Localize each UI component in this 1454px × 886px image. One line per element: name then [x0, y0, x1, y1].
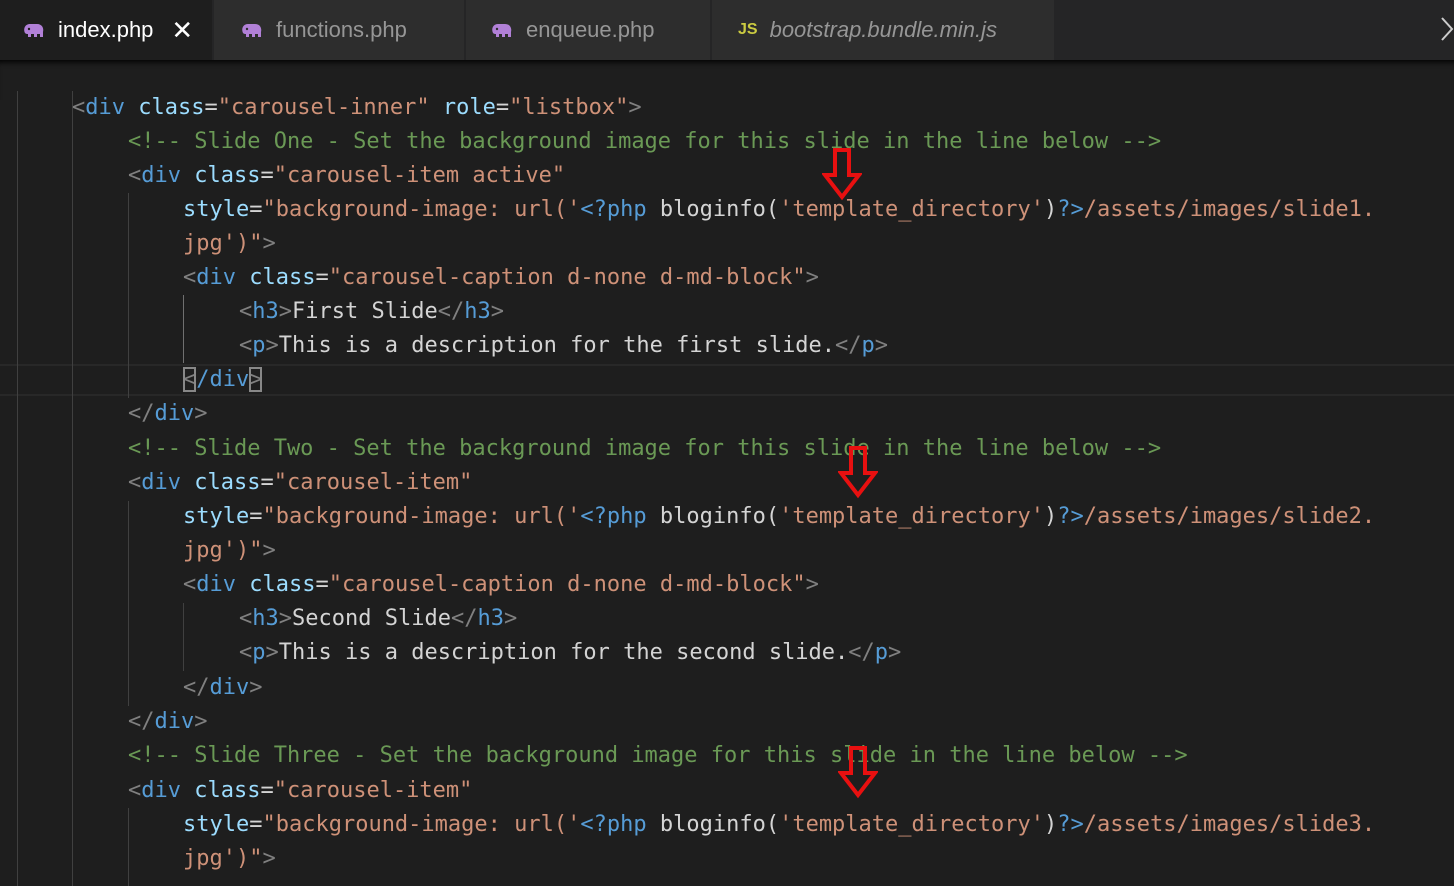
- matching-bracket: >: [249, 367, 263, 392]
- php-elephant-icon: [240, 21, 264, 39]
- indent-guide: [128, 808, 129, 886]
- code-line: <p>This is a description for the first s…: [239, 333, 889, 358]
- red-down-arrow-icon: [822, 148, 862, 201]
- tab-label: enqueue.php: [526, 17, 655, 42]
- code-line: <div class="carousel-item active": [128, 163, 566, 188]
- tab-label: bootstrap.bundle.min.js: [769, 17, 998, 42]
- code-line-comment: <!-- Slide Two - Set the background imag…: [128, 436, 1162, 461]
- indent-guide: [17, 91, 18, 886]
- code-line-comment: <!-- Slide Three - Set the background im…: [128, 743, 1188, 768]
- code-editor[interactable]: <div class="carousel-inner" role="listbo…: [0, 91, 1454, 886]
- code-line: style="background-image: url('<?php blog…: [183, 197, 1376, 222]
- indent-guide: [128, 501, 129, 706]
- tab-overflow-chevron-icon[interactable]: [1440, 16, 1454, 42]
- code-line: </div>: [128, 401, 208, 426]
- indent-guide: [128, 193, 129, 398]
- red-down-arrow-icon: [838, 446, 878, 499]
- tab-label: functions.php: [276, 17, 407, 42]
- js-icon: JS: [738, 21, 758, 38]
- code-line: jpg')">: [183, 231, 276, 256]
- tab-bar: index.php ✕ functions.php enqueue.php JS…: [0, 0, 1454, 60]
- code-line: <div class="carousel-inner" role="listbo…: [72, 95, 642, 120]
- code-line: </div>: [183, 675, 263, 700]
- tab-label: index.php: [58, 17, 154, 42]
- code-line: <h3>Second Slide</h3>: [239, 606, 518, 631]
- red-down-arrow-icon: [838, 746, 878, 799]
- code-line: <p>This is a description for the second …: [239, 640, 902, 665]
- code-line: <div class="carousel-item": [128, 778, 473, 803]
- indent-guide: [183, 603, 184, 671]
- matching-bracket: <: [183, 367, 197, 392]
- close-icon[interactable]: ✕: [171, 17, 193, 43]
- code-line: <div class="carousel-item": [128, 470, 473, 495]
- code-line: jpg')">: [183, 538, 276, 563]
- code-line: style="background-image: url('<?php blog…: [183, 812, 1376, 837]
- tab-bootstrap-bundle-min-js[interactable]: JS bootstrap.bundle.min.js: [712, 0, 1054, 60]
- tab-enqueue-php[interactable]: enqueue.php: [466, 0, 710, 60]
- code-line-current: </div>: [183, 367, 263, 392]
- php-elephant-icon: [22, 21, 46, 39]
- code-line: <div class="carousel-caption d-none d-md…: [183, 572, 819, 597]
- tab-functions-php[interactable]: functions.php: [214, 0, 464, 60]
- code-line: <div class="carousel-caption d-none d-md…: [183, 265, 819, 290]
- code-line-comment: <!-- Slide One - Set the background imag…: [128, 129, 1162, 154]
- code-line: jpg')">: [183, 846, 276, 871]
- code-line: <h3>First Slide</h3>: [239, 299, 504, 324]
- code-line: style="background-image: url('<?php blog…: [183, 504, 1376, 529]
- code-line: </div>: [128, 709, 208, 734]
- tab-index-php[interactable]: index.php ✕: [0, 0, 212, 60]
- php-elephant-icon: [490, 21, 514, 39]
- indent-guide-active: [183, 295, 184, 363]
- indent-guide: [72, 91, 73, 886]
